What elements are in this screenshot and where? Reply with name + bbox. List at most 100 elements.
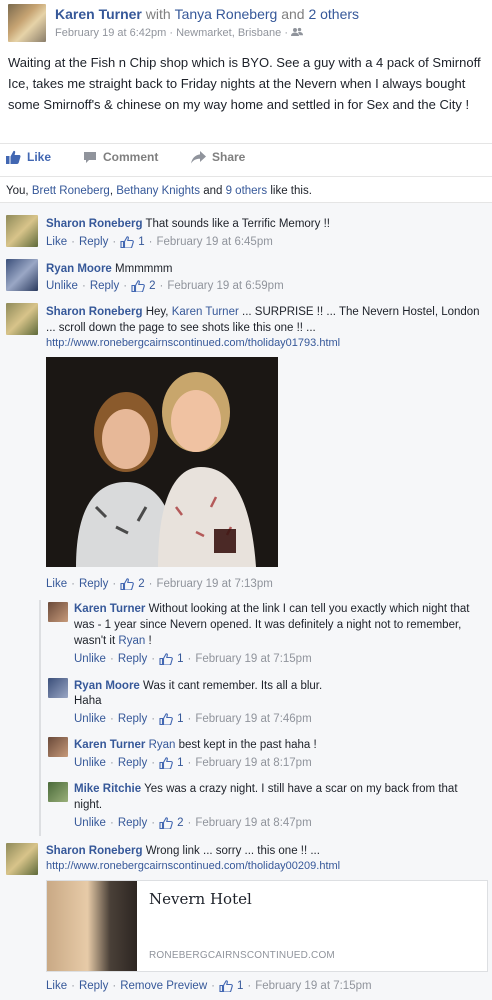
replier-name[interactable]: Mike Ritchie xyxy=(74,783,141,795)
share-label: Share xyxy=(212,150,246,164)
post-author-line: Karen Turner with Tanya Roneberg and 2 o… xyxy=(55,6,360,22)
comment-footer: Unlike · Reply · 2 · February 19 at 6:59pm xyxy=(46,280,284,292)
reply-thread-line xyxy=(39,600,41,836)
remove-preview-link[interactable]: Remove Preview xyxy=(120,980,207,992)
mention-link[interactable]: Karen Turner xyxy=(172,306,239,318)
comment-timestamp[interactable]: February 19 at 6:59pm xyxy=(167,280,283,292)
reply-reply-link[interactable]: Reply xyxy=(118,653,147,665)
comment-url-link[interactable]: http://www.ronebergcairnscontinued.com/t… xyxy=(46,860,340,872)
reply-timestamp[interactable]: February 19 at 8:17pm xyxy=(195,757,311,769)
share-arrow-icon xyxy=(191,150,206,163)
replier-name[interactable]: Karen Turner xyxy=(74,739,145,751)
reply-reply-link[interactable]: Reply xyxy=(118,757,147,769)
comment-timestamp[interactable]: February 19 at 7:15pm xyxy=(255,980,371,992)
attached-photo[interactable] xyxy=(46,357,278,567)
link-preview-card[interactable]: Nevern Hotel RONEBERGCAIRNSCONTINUED.COM xyxy=(46,880,488,972)
comment-url-link[interactable]: http://www.ronebergcairnscontinued.com/t… xyxy=(46,337,340,349)
tagged-friend-link[interactable]: Tanya Roneberg xyxy=(175,6,278,22)
comment-reply-link[interactable]: Reply xyxy=(79,578,108,590)
post-meta: February 19 at 6:42pm · Newmarket, Brisb… xyxy=(55,27,304,39)
reply: Ryan Moore Was it cant remember. Its all… xyxy=(74,680,323,692)
comment-like-count[interactable]: 2 xyxy=(138,578,144,590)
comment-footer: Like · Reply · Remove Preview · 1 · February… xyxy=(46,980,372,992)
post-location[interactable]: Newmarket, Brisbane xyxy=(176,27,281,39)
tagged-others-link[interactable]: 2 others xyxy=(308,6,359,22)
liker-link[interactable]: Bethany Knights xyxy=(116,185,200,197)
comment: Sharon Roneberg That sounds like a Terri… xyxy=(46,216,486,232)
reply: Karen Turner Without looking at the link… xyxy=(74,603,470,647)
commenter-name[interactable]: Sharon Roneberg xyxy=(46,306,142,318)
post-body: Waiting at the Fish n Chip shop which is… xyxy=(8,55,481,112)
reply-like-count[interactable]: 1 xyxy=(177,713,183,725)
mention-link[interactable]: Ryan xyxy=(118,635,145,647)
reply-like-count[interactable]: 1 xyxy=(177,757,183,769)
reply-unlike-link[interactable]: Unlike xyxy=(74,713,106,725)
comment-like-link[interactable]: Like xyxy=(46,236,67,248)
replier-avatar[interactable] xyxy=(48,602,68,622)
comment-like-link[interactable]: Like xyxy=(46,578,67,590)
reply-unlike-link[interactable]: Unlike xyxy=(74,817,106,829)
commenter-avatar[interactable] xyxy=(6,259,38,291)
like-count-icon xyxy=(159,653,173,665)
author-avatar[interactable] xyxy=(8,4,46,42)
commenter-avatar[interactable] xyxy=(6,303,38,335)
post-actions-bar: Like Comment Share xyxy=(0,145,492,173)
like-count-icon xyxy=(159,713,173,725)
likers-others-link[interactable]: 9 others xyxy=(226,185,268,197)
comment-reply-link[interactable]: Reply xyxy=(79,980,108,992)
comment-unlike-link[interactable]: Unlike xyxy=(46,280,78,292)
author-name[interactable]: Karen Turner xyxy=(55,6,142,22)
reply-text-line2: Haha xyxy=(74,695,102,707)
reply-like-count[interactable]: 2 xyxy=(177,817,183,829)
reply-timestamp[interactable]: February 19 at 7:15pm xyxy=(195,653,311,665)
like-count-icon xyxy=(120,578,135,590)
post-timestamp[interactable]: February 19 at 6:42pm xyxy=(55,27,166,39)
comment-timestamp[interactable]: February 19 at 7:13pm xyxy=(156,578,272,590)
comment-text: That sounds like a Terrific Memory !! xyxy=(145,218,330,230)
commenter-avatar[interactable] xyxy=(6,215,38,247)
comment-footer: Like · Reply · 1 · February 19 at 6:45pm xyxy=(46,236,273,248)
like-count-icon xyxy=(219,980,233,992)
commenter-avatar[interactable] xyxy=(6,843,38,875)
replier-avatar[interactable] xyxy=(48,737,68,757)
reply: Karen Turner Ryan best kept in the past … xyxy=(74,739,317,751)
comment-reply-link[interactable]: Reply xyxy=(90,280,119,292)
reply-like-count[interactable]: 1 xyxy=(177,653,183,665)
comment-footer: Like · Reply · 2 · February 19 at 7:13pm xyxy=(46,578,273,590)
comment-like-count[interactable]: 2 xyxy=(149,280,155,292)
reply-footer: Unlike · Reply · 1 · February 19 at 8:17pm xyxy=(74,757,312,769)
comment-reply-link[interactable]: Reply xyxy=(79,236,108,248)
commenter-name[interactable]: Sharon Roneberg xyxy=(46,218,142,230)
mention-link[interactable]: Ryan xyxy=(149,739,176,751)
comment-like-count[interactable]: 1 xyxy=(237,980,243,992)
like-button[interactable]: Like xyxy=(6,150,51,164)
reply-reply-link[interactable]: Reply xyxy=(118,713,147,725)
reply-footer: Unlike · Reply · 1 · February 19 at 7:15pm xyxy=(74,653,312,665)
like-count-icon xyxy=(131,280,145,292)
commenter-name[interactable]: Ryan Moore xyxy=(46,263,112,275)
comment: Sharon Roneberg Hey, Karen Turner ... SU… xyxy=(46,306,480,334)
commenter-name[interactable]: Sharon Roneberg xyxy=(46,845,142,857)
divider xyxy=(0,176,492,177)
replier-name[interactable]: Karen Turner xyxy=(74,603,145,615)
reply-reply-link[interactable]: Reply xyxy=(118,817,147,829)
comment-like-count[interactable]: 1 xyxy=(138,236,144,248)
share-button[interactable]: Share xyxy=(191,150,245,164)
like-count-icon xyxy=(159,757,173,769)
comment-button[interactable]: Comment xyxy=(83,150,158,164)
replier-avatar[interactable] xyxy=(48,678,68,698)
replier-name[interactable]: Ryan Moore xyxy=(74,680,140,692)
reply-unlike-link[interactable]: Unlike xyxy=(74,757,106,769)
like-count-icon xyxy=(120,236,135,248)
comment-timestamp[interactable]: February 19 at 6:45pm xyxy=(156,236,272,248)
replier-avatar[interactable] xyxy=(48,782,68,802)
comment-text: Mmmmmm xyxy=(115,263,173,275)
reply-timestamp[interactable]: February 19 at 7:46pm xyxy=(195,713,311,725)
reply-unlike-link[interactable]: Unlike xyxy=(74,653,106,665)
comment-like-link[interactable]: Like xyxy=(46,980,67,992)
reply-timestamp[interactable]: February 19 at 8:47pm xyxy=(195,817,311,829)
link-preview-title: Nevern Hotel xyxy=(149,890,252,908)
divider xyxy=(0,202,492,203)
friends-icon[interactable] xyxy=(291,27,304,37)
liker-link[interactable]: Brett Roneberg xyxy=(32,185,110,197)
